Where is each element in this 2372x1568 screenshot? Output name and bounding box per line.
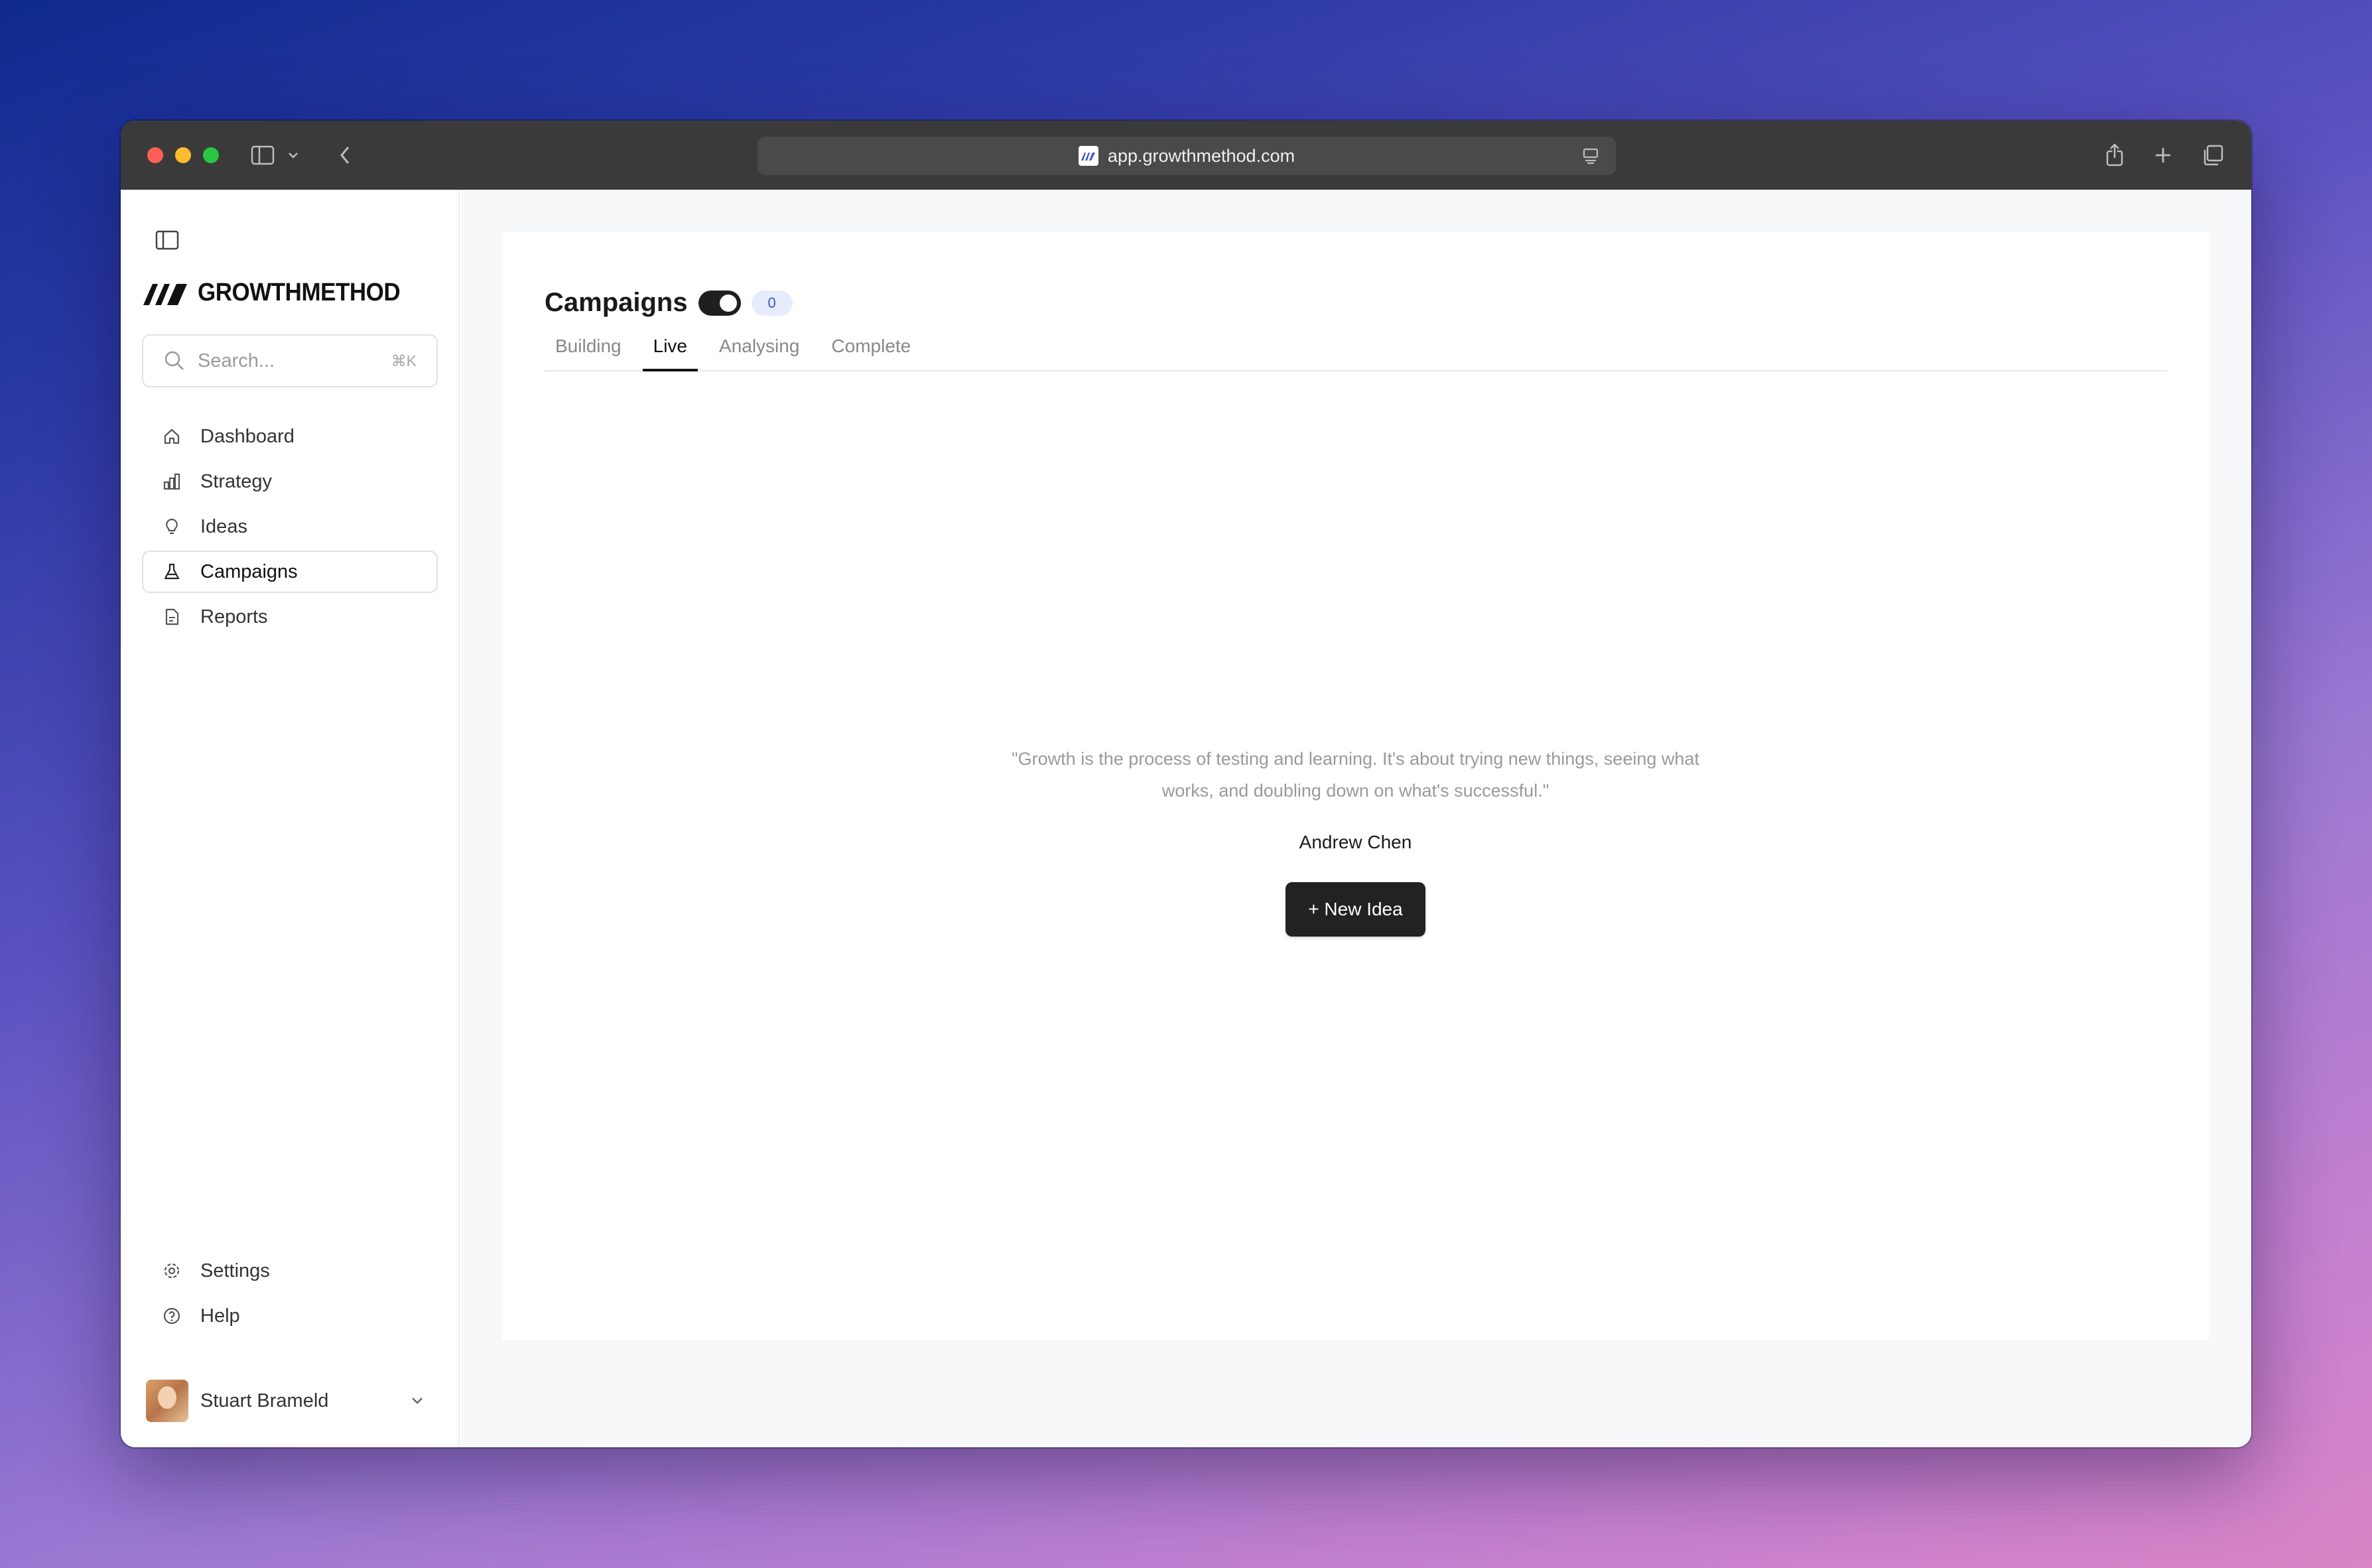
campaigns-view-toggle[interactable] <box>698 290 741 316</box>
browser-titlebar: app.growthmethod.com <box>121 121 2251 190</box>
chevron-down-icon[interactable] <box>277 139 309 171</box>
page-header: Campaigns 0 <box>545 288 793 318</box>
tab-building[interactable]: Building <box>545 329 632 371</box>
share-icon[interactable] <box>2099 139 2131 171</box>
gear-icon <box>162 1261 182 1281</box>
sidebar-item-dashboard[interactable]: Dashboard <box>142 415 438 458</box>
tab-analysing[interactable]: Analysing <box>708 329 810 371</box>
document-icon <box>162 607 182 627</box>
quote-line-2: works, and doubling down on what's succe… <box>1161 781 1549 801</box>
empty-state: "Growth is the process of testing and le… <box>502 743 2209 937</box>
tab-complete[interactable]: Complete <box>821 329 921 371</box>
avatar <box>146 1380 188 1422</box>
empty-state-quote: "Growth is the process of testing and le… <box>971 743 1741 807</box>
new-idea-button[interactable]: + New Idea <box>1285 882 1425 937</box>
tab-overview-icon[interactable] <box>2197 139 2229 171</box>
sidebar-item-help[interactable]: Help <box>142 1295 438 1337</box>
close-window-button[interactable] <box>147 147 163 163</box>
minimize-window-button[interactable] <box>175 147 191 163</box>
quote-line-1: "Growth is the process of testing and le… <box>1012 749 1699 769</box>
zoom-window-button[interactable] <box>203 147 219 163</box>
main-content: Campaigns 0 Building Live Analysing Comp… <box>461 190 2251 1447</box>
sidebar-item-label: Dashboard <box>200 425 295 447</box>
flask-icon <box>162 562 182 582</box>
growthmethod-logo-icon <box>143 283 187 305</box>
new-tab-icon[interactable] <box>2147 139 2179 171</box>
sidebar-nav: Dashboard Strategy Ideas Campaigns Repor… <box>142 415 438 641</box>
search-shortcut: ⌘K <box>391 352 417 369</box>
site-favicon-icon <box>1078 146 1098 166</box>
sidebar-item-label: Campaigns <box>200 560 298 582</box>
sidebar-item-label: Reports <box>200 606 268 627</box>
sidebar-item-label: Help <box>200 1305 240 1327</box>
page-title: Campaigns <box>545 288 688 317</box>
count-badge: 0 <box>751 290 793 316</box>
campaigns-panel: Campaigns 0 Building Live Analysing Comp… <box>502 232 2209 1340</box>
sidebar-item-campaigns[interactable]: Campaigns <box>142 551 438 593</box>
back-arrow-icon[interactable] <box>329 139 361 171</box>
tab-live[interactable]: Live <box>642 329 698 371</box>
growthmethod-logo[interactable]: GROWTHMETHOD <box>143 279 418 307</box>
collapse-sidebar-icon[interactable] <box>154 227 180 253</box>
user-menu[interactable]: Stuart Brameld <box>146 1378 425 1424</box>
user-name: Stuart Brameld <box>200 1390 329 1411</box>
lightbulb-icon <box>162 517 182 537</box>
sidebar-toggle-icon[interactable] <box>247 139 279 171</box>
reader-mode-icon[interactable] <box>1580 145 1601 166</box>
chevron-down-icon <box>412 1398 423 1404</box>
sidebar-item-label: Strategy <box>200 470 272 492</box>
sidebar-bottom-nav: Settings Help <box>142 1250 438 1340</box>
sidebar-item-ideas[interactable]: Ideas <box>142 505 438 548</box>
quote-author: Andrew Chen <box>1299 832 1412 852</box>
search-input[interactable]: Search... ⌘K <box>142 334 438 387</box>
app-sidebar: GROWTHMETHOD Search... ⌘K Dashboard Stra… <box>121 190 460 1447</box>
sidebar-item-strategy[interactable]: Strategy <box>142 460 438 503</box>
browser-window: app.growthmethod.com GROWTHMETHOD Search… <box>121 121 2251 1447</box>
campaign-status-tabs: Building Live Analysing Complete <box>545 329 2167 371</box>
bar-chart-icon <box>162 472 182 491</box>
help-circle-icon <box>162 1306 182 1326</box>
search-icon <box>165 351 184 370</box>
sidebar-item-label: Settings <box>200 1260 270 1281</box>
sidebar-item-settings[interactable]: Settings <box>142 1250 438 1292</box>
home-icon <box>162 426 182 446</box>
logo-text: GROWTHMETHOD <box>198 279 401 306</box>
sidebar-item-reports[interactable]: Reports <box>142 596 438 638</box>
address-bar[interactable]: app.growthmethod.com <box>758 137 1616 175</box>
search-placeholder: Search... <box>198 350 275 371</box>
url-text: app.growthmethod.com <box>1107 145 1295 166</box>
sidebar-item-label: Ideas <box>200 515 247 537</box>
